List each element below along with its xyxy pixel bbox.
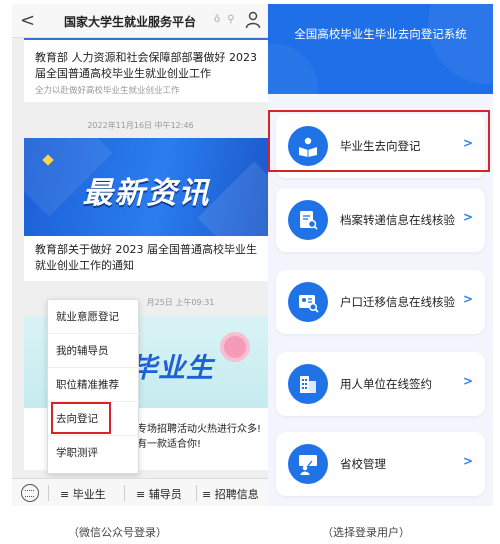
item-label: 用人单位在线签约 [340,377,432,391]
menu-item[interactable]: 学职测评 [48,436,140,470]
registration-system-screen: 全国高校毕业生毕业去向登记系统 毕业生去向登记 > 档案转递信息在线核验 > 户… [268,4,493,506]
chevron-right-icon: > [462,374,473,388]
article-title: 业专场招聘活动火热进行众多! 总有一款适合你! [127,424,262,450]
right-caption: （选择登录用户） [322,526,410,539]
popup-menu: 就业意愿登记 我的辅导员 职位精准推荐 去向登记 学职测评 [47,299,140,474]
presenter-icon [288,444,328,484]
header-background [268,4,493,134]
chevron-right-icon: > [462,292,473,306]
employer-signing-button[interactable]: 用人单位在线签约 > [276,352,485,416]
item-label: 户口迁移信息在线核验 [340,295,455,309]
tab-jobs[interactable]: ≡ 招聘信息 [202,486,259,502]
system-title: 全国高校毕业生毕业去向登记系统 [294,27,467,41]
banner-text: 最新资讯 [82,176,211,211]
timestamp: 2022年11月16日 中午12:46 [87,121,194,130]
title-status-icons: ô ⚲ [214,14,237,25]
id-card-icon [288,282,328,322]
menu-item[interactable]: 职位精准推荐 [48,368,140,402]
archive-verification-button[interactable]: 档案转递信息在线核验 > [276,188,485,252]
school-management-button[interactable]: 省校管理 > [276,432,485,496]
menu-item[interactable]: 就业意愿登记 [48,300,140,334]
wechat-account-screen: < 国家大学生就业服务平台 ô ⚲ 教育部 人力资源和社会保障部部署做好 202… [12,4,269,506]
highlight-box [51,402,111,434]
article-card-1[interactable]: 教育部 人力资源和社会保障部部署做好 2023 届全国普通高校毕业生就业创业工作… [24,38,269,102]
building-icon [288,364,328,404]
household-verification-button[interactable]: 户口迁移信息在线核验 > [276,270,485,334]
chevron-right-icon: > [462,210,473,224]
flower-decoration [224,336,246,358]
tab-counselor[interactable]: ≡ 辅导员 [136,486,182,502]
bottom-menu-bar: ≡ 毕业生 ≡ 辅导员 ≡ 招聘信息 [12,478,269,506]
document-search-icon [288,200,328,240]
item-label: 省校管理 [340,457,386,471]
keyboard-icon[interactable] [21,484,39,502]
article-card-2[interactable]: 最新资讯 教育部关于做好 2023 届全国普通高校毕业生就业创业工作的通知 [24,138,269,281]
menu-item[interactable]: 我的辅导员 [48,334,140,368]
tab-graduate[interactable]: ≡ 毕业生 [60,486,106,502]
highlight-box [268,110,490,172]
article-title: 教育部 人力资源和社会保障部部署做好 2023 届全国普通高校毕业生就业创业工作 [35,51,257,80]
left-caption: （微信公众号登录） [68,526,167,539]
item-label: 档案转递信息在线核验 [340,213,455,227]
user-icon[interactable] [245,11,261,29]
back-button[interactable]: < [20,10,35,31]
top-bar: < 国家大学生就业服务平台 ô ⚲ [12,4,269,38]
page-title: 国家大学生就业服务平台 [64,15,197,29]
news-banner: 最新资讯 [24,138,269,236]
article-title: 教育部关于做好 2023 届全国普通高校毕业生就业创业工作的通知 [35,243,257,272]
chevron-right-icon: > [462,454,473,468]
article-subtitle: 全力以赴做好高校毕业生就业创业工作 [35,86,180,96]
